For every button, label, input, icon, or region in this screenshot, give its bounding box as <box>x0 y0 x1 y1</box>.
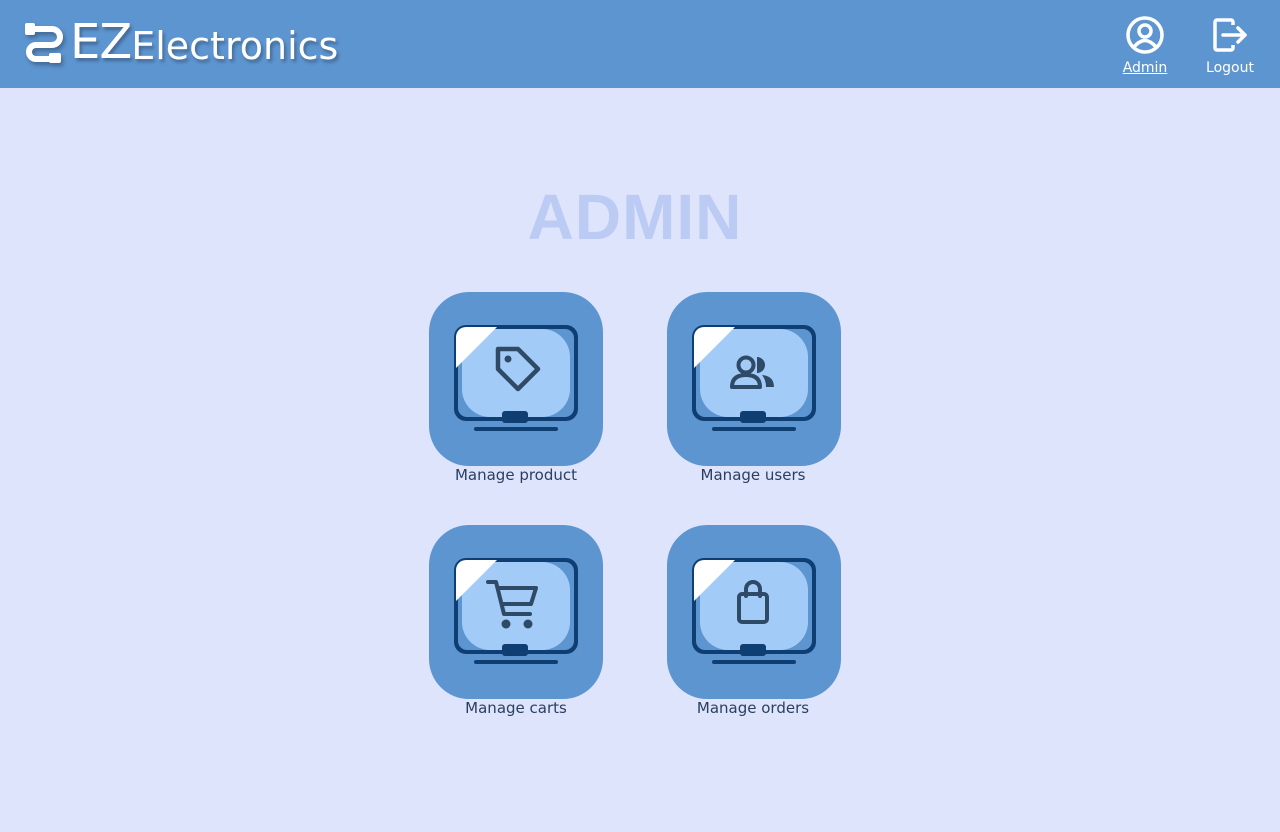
user-circle-icon <box>1126 16 1164 54</box>
manage-product-tile[interactable] <box>429 292 603 466</box>
page-title: ADMIN <box>527 181 743 253</box>
monitor-icon <box>454 325 578 431</box>
admin-label: Admin <box>1122 60 1168 76</box>
manage-product-label: Manage product <box>454 466 578 484</box>
monitor-icon <box>692 558 816 664</box>
manage-carts-tile[interactable] <box>429 525 603 699</box>
manage-carts-label: Manage carts <box>465 699 567 717</box>
manage-users-tile[interactable] <box>667 292 841 466</box>
manage-users-label: Manage users <box>700 466 806 484</box>
cable-connector-icon <box>25 23 63 63</box>
monitor-icon <box>454 558 578 664</box>
top-bar: EZ Electronics Admin Logout <box>0 0 1280 88</box>
manage-orders-tile[interactable] <box>667 525 841 699</box>
admin-profile-button[interactable]: Admin <box>1115 14 1175 80</box>
logout-button[interactable]: Logout <box>1200 14 1260 80</box>
logout-label: Logout <box>1206 60 1254 76</box>
logo-ez-text: EZ <box>70 14 132 70</box>
logout-arrow-icon <box>1213 18 1247 52</box>
logo[interactable]: EZ Electronics <box>22 14 338 70</box>
manage-orders-label: Manage orders <box>696 699 810 717</box>
monitor-icon <box>692 325 816 431</box>
logo-electronics-text: Electronics <box>131 24 339 68</box>
